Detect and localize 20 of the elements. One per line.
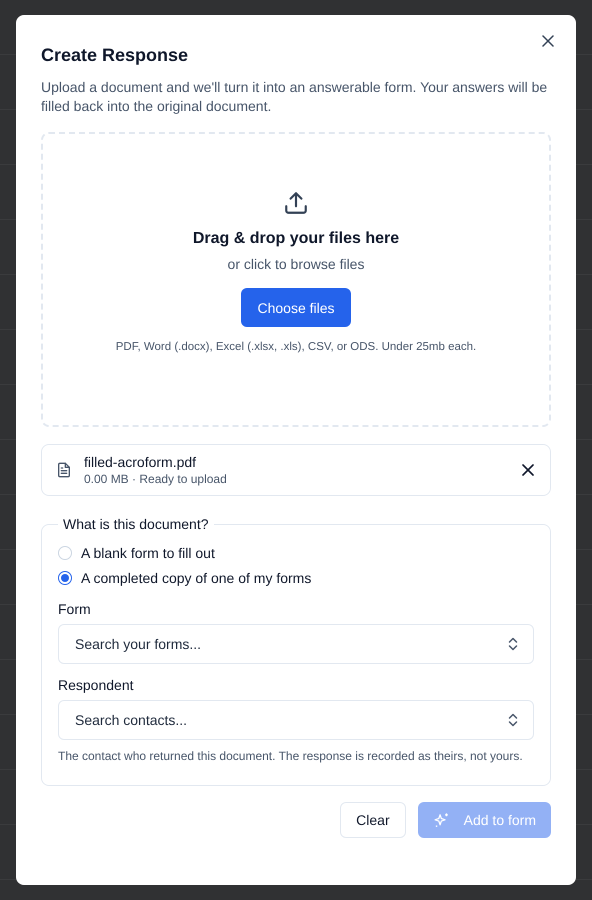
clear-button[interactable]: Clear	[340, 802, 406, 838]
radio-option[interactable]: A completed copy of one of my forms	[58, 565, 534, 590]
drop-zone[interactable]: Drag & drop your files here or click to browse files Choose files PDF, Word (.docx), Excel (.xlsx, .xls), CSV, or ODS. Under 25mb each.	[41, 132, 551, 427]
choose-files-button[interactable]: Choose files	[241, 288, 351, 327]
combobox-field[interactable]: Search your forms...	[58, 624, 534, 664]
panel-legend: What is this document?	[58, 516, 214, 532]
field-label: Form	[58, 601, 92, 617]
field-help-text: The contact who returned this document. The response is recorded as theirs, not yours.	[58, 748, 524, 764]
combobox-field[interactable]: Search contacts...	[58, 700, 534, 740]
drop-heading: Drag & drop your files here	[192, 230, 400, 248]
radio-option[interactable]: A blank form to fill out	[58, 540, 534, 565]
dialog-description: Upload a document and we'll turn it into an answerable form. Your answers will be filled back into the original document.	[41, 78, 548, 116]
dialog-title: Create Response	[41, 45, 190, 66]
file-status: 0.00 MB · Ready to upload	[84, 472, 228, 486]
file-name: filled-acroform.pdf	[84, 454, 198, 470]
drop-subheading: or click to browse files	[228, 256, 364, 272]
file-types-hint: PDF, Word (.docx), Excel (.xlsx, .xls), CSV, or ODS. Under 25mb each.	[116, 341, 476, 353]
radio-label: A blank form to fill out	[81, 544, 215, 560]
field-label: Respondent	[58, 677, 135, 693]
radio-label: A completed copy of one of my forms	[81, 570, 312, 586]
